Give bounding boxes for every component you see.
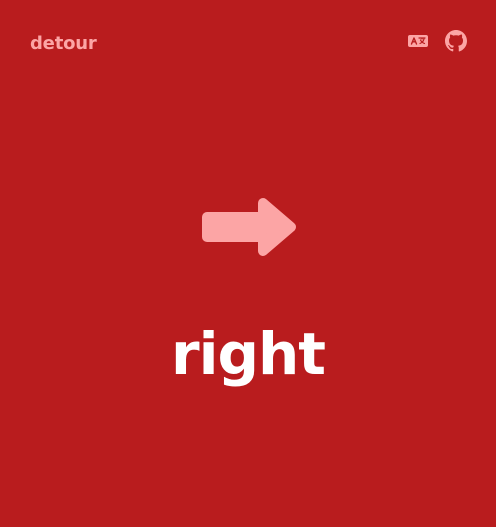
header-icon-group	[407, 30, 467, 52]
brand-link[interactable]: detour	[30, 32, 97, 56]
github-icon[interactable]	[445, 30, 467, 52]
direction-label: right	[170, 320, 326, 388]
translate-icon[interactable]	[407, 30, 429, 52]
arrow-right-icon	[199, 195, 298, 259]
